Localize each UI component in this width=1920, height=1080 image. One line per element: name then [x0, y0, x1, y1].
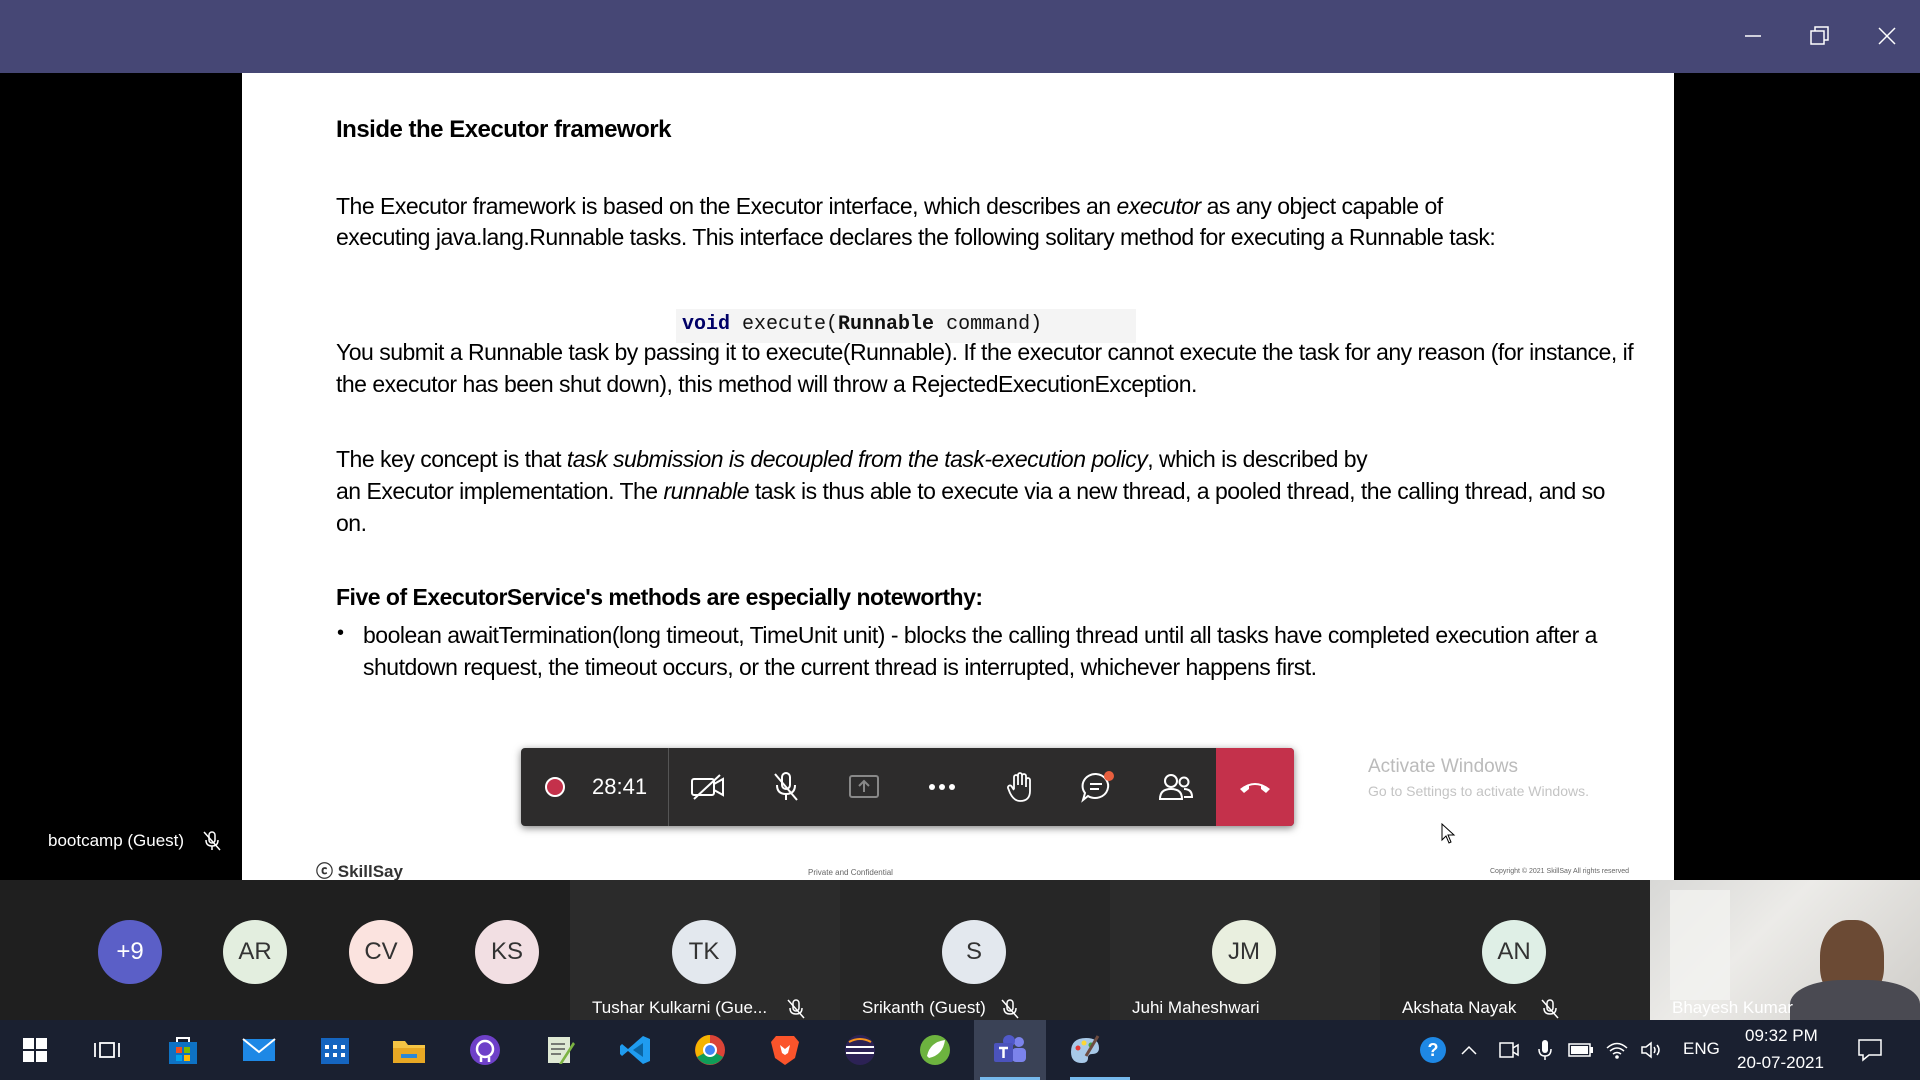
- slide-paragraph-line: on.: [336, 510, 367, 536]
- participants-icon: [1158, 774, 1194, 800]
- clock-date[interactable]: 20-07-2021: [1737, 1053, 1824, 1073]
- raise-hand-button[interactable]: [981, 748, 1059, 826]
- slide-paragraph-line: You submit a Runnable task by passing it…: [336, 339, 1634, 365]
- volume-icon[interactable]: [1637, 1030, 1667, 1070]
- activate-windows-subtitle: Go to Settings to activate Windows.: [1368, 783, 1589, 799]
- muted-mic-icon: [1541, 999, 1559, 1019]
- windows-start-icon[interactable]: [15, 1030, 55, 1070]
- hang-up-icon: [1240, 783, 1270, 793]
- slide-paragraph-line: The Executor framework is based on the E…: [336, 193, 1443, 219]
- overflow-tile: +9 AR CV KS: [0, 880, 570, 1020]
- svg-text:?: ?: [1428, 1040, 1439, 1060]
- share-screen-button[interactable]: [825, 748, 903, 826]
- bullet-line: boolean awaitTermination(long timeout, T…: [363, 622, 1597, 648]
- store-icon[interactable]: [163, 1030, 203, 1070]
- clock-time[interactable]: 09:32 PM: [1745, 1026, 1818, 1046]
- participant-tile[interactable]: JM Juhi Maheshwari: [1110, 880, 1380, 1020]
- slide-paragraph-line: executing java.lang.Runnable tasks. This…: [336, 224, 1496, 250]
- slide-subheading: Five of ExecutorService's methods are es…: [336, 584, 983, 610]
- avatar: TK: [672, 920, 736, 984]
- language-indicator[interactable]: ENG: [1683, 1039, 1720, 1059]
- slide-paragraph-line: The key concept is that task submission …: [336, 446, 1368, 472]
- avatar[interactable]: CV: [349, 920, 413, 984]
- close-icon[interactable]: [1864, 14, 1910, 58]
- chat-button[interactable]: [1059, 748, 1137, 826]
- more-icon: [929, 784, 955, 790]
- participant-name: Bhayesh Kumar: [1672, 998, 1793, 1017]
- notepad-plus-icon[interactable]: [540, 1030, 580, 1070]
- participant-tile[interactable]: S Srikanth (Guest): [840, 880, 1110, 1020]
- participant-name: Tushar Kulkarni (Gue...: [592, 998, 768, 1017]
- participants-button[interactable]: [1137, 748, 1215, 826]
- bullet-line: shutdown request, the timeout occurs, or…: [363, 654, 1317, 680]
- mute-button[interactable]: [747, 748, 825, 826]
- spring-tools-icon[interactable]: [915, 1030, 955, 1070]
- muted-mic-icon: [1001, 999, 1019, 1019]
- footer-copyright: Copyright © 2021 SkillSay All rights res…: [1490, 868, 1629, 875]
- help-icon[interactable]: ?: [1413, 1030, 1453, 1070]
- camera-off-button[interactable]: [669, 748, 747, 826]
- github-icon[interactable]: [465, 1030, 505, 1070]
- wifi-icon[interactable]: [1602, 1030, 1632, 1070]
- title-bar: [0, 0, 1920, 73]
- recording-indicator-icon: [545, 777, 565, 797]
- chrome-icon[interactable]: [690, 1030, 730, 1070]
- avatar: AN: [1482, 920, 1546, 984]
- meet-now-icon[interactable]: [1494, 1030, 1524, 1070]
- share-screen-icon: [849, 775, 879, 798]
- avatar[interactable]: +9: [98, 920, 162, 984]
- participant-name: Juhi Maheshwari: [1132, 998, 1260, 1017]
- restore-icon[interactable]: [1797, 14, 1843, 58]
- avatar: JM: [1212, 920, 1276, 984]
- activate-windows-title: Activate Windows: [1368, 756, 1518, 777]
- raise-hand-icon: [1007, 772, 1031, 802]
- camera-video-tile[interactable]: Bhayesh Kumar: [1650, 880, 1920, 1020]
- avatar[interactable]: KS: [475, 920, 539, 984]
- muted-mic-icon: [202, 830, 222, 857]
- leave-call-button[interactable]: [1216, 748, 1294, 826]
- eclipse-icon[interactable]: [840, 1030, 880, 1070]
- participant-name: Srikanth (Guest): [862, 998, 986, 1017]
- avatar: S: [942, 920, 1006, 984]
- vscode-icon[interactable]: [615, 1030, 655, 1070]
- mic-off-icon: [774, 772, 798, 801]
- minimize-icon[interactable]: [1730, 14, 1776, 58]
- calendar-icon[interactable]: [315, 1030, 355, 1070]
- participant-tile[interactable]: AN Akshata Nayak: [1380, 880, 1650, 1020]
- muted-mic-icon: [787, 999, 805, 1019]
- background-window: [1670, 890, 1730, 1000]
- mouse-cursor-icon: [1441, 823, 1456, 844]
- battery-icon[interactable]: [1566, 1030, 1596, 1070]
- notifications-icon[interactable]: [1850, 1030, 1890, 1070]
- avatar[interactable]: AR: [223, 920, 287, 984]
- participant-strip: +9 AR CV KS TK Tushar Kulkarni (Gue... S…: [0, 880, 1920, 1020]
- file-explorer-icon[interactable]: [389, 1030, 429, 1070]
- brave-icon[interactable]: [765, 1030, 805, 1070]
- camera-off-icon: [691, 774, 724, 800]
- call-controls: 28:41: [521, 748, 1294, 826]
- mail-icon[interactable]: [239, 1030, 279, 1070]
- taskbar: ? ENG 09:32 PM 20-07-2021: [0, 1020, 1920, 1080]
- chat-icon: [1081, 771, 1114, 803]
- slide-paragraph-line: an Executor implementation. The runnable…: [336, 478, 1605, 504]
- microphone-icon[interactable]: [1530, 1030, 1560, 1070]
- teams-icon[interactable]: [990, 1030, 1030, 1070]
- task-view-icon[interactable]: [87, 1030, 127, 1070]
- bullet-icon: •: [337, 622, 345, 644]
- slide-paragraph-line: the executor has been shut down), this m…: [336, 371, 1197, 397]
- paint-icon[interactable]: [1065, 1030, 1105, 1070]
- chevron-up-icon[interactable]: [1454, 1030, 1484, 1070]
- footer-confidential: Private and Confidential: [808, 868, 893, 877]
- self-view-label: bootcamp (Guest): [48, 831, 185, 850]
- call-timer: 28:41: [592, 774, 648, 799]
- slide-heading: Inside the Executor framework: [336, 116, 671, 143]
- skillsay-logo: ⓒ SkillSay: [316, 862, 403, 881]
- person-shoulders: [1790, 980, 1920, 1020]
- participant-tile[interactable]: TK Tushar Kulkarni (Gue...: [570, 880, 840, 1020]
- participant-name: Akshata Nayak: [1402, 998, 1517, 1017]
- more-actions-button[interactable]: [903, 748, 981, 826]
